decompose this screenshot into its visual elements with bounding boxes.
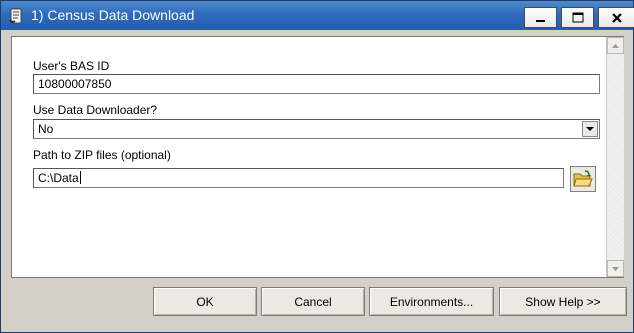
zip-path-label: Path to ZIP files (optional) bbox=[33, 148, 171, 162]
downloader-label: Use Data Downloader? bbox=[33, 103, 158, 117]
zip-path-input[interactable]: C:\Data bbox=[33, 168, 564, 188]
open-folder-icon bbox=[573, 170, 593, 187]
scroll-down-arrow-icon bbox=[612, 266, 619, 271]
tool-dialog-window: 1) Census Data Download User's BAS ID 10… bbox=[0, 0, 634, 333]
environments-button[interactable]: Environments... bbox=[369, 287, 494, 316]
close-icon bbox=[611, 12, 622, 23]
maximize-icon bbox=[572, 12, 583, 23]
script-tool-icon bbox=[9, 8, 23, 24]
zip-path-value: C:\Data bbox=[38, 171, 79, 185]
scroll-down-button[interactable] bbox=[607, 260, 624, 277]
parameters-panel: User's BAS ID 10800007850 Use Data Downl… bbox=[11, 36, 624, 278]
chevron-down-icon bbox=[586, 126, 594, 131]
show-help-button[interactable]: Show Help >> bbox=[499, 287, 627, 316]
dropdown-arrow-button[interactable] bbox=[582, 121, 598, 137]
scroll-up-button[interactable] bbox=[607, 37, 624, 54]
minimize-icon bbox=[535, 19, 545, 22]
downloader-value: No bbox=[38, 122, 54, 136]
cancel-button[interactable]: Cancel bbox=[261, 287, 365, 316]
close-button[interactable] bbox=[598, 7, 634, 28]
title-bar[interactable]: 1) Census Data Download bbox=[1, 1, 634, 30]
bas-id-input[interactable]: 10800007850 bbox=[33, 74, 600, 94]
text-caret bbox=[79, 171, 81, 184]
browse-folder-button[interactable] bbox=[570, 166, 596, 192]
ok-button[interactable]: OK bbox=[153, 287, 257, 316]
downloader-dropdown[interactable]: No bbox=[33, 119, 600, 139]
bas-id-label: User's BAS ID bbox=[33, 59, 110, 73]
minimize-button[interactable] bbox=[524, 7, 557, 28]
maximize-button[interactable] bbox=[561, 7, 594, 28]
scroll-up-arrow-icon bbox=[612, 43, 619, 48]
bas-id-value: 10800007850 bbox=[38, 77, 112, 91]
vertical-scrollbar[interactable] bbox=[606, 37, 624, 277]
window-title: 1) Census Data Download bbox=[31, 7, 195, 23]
